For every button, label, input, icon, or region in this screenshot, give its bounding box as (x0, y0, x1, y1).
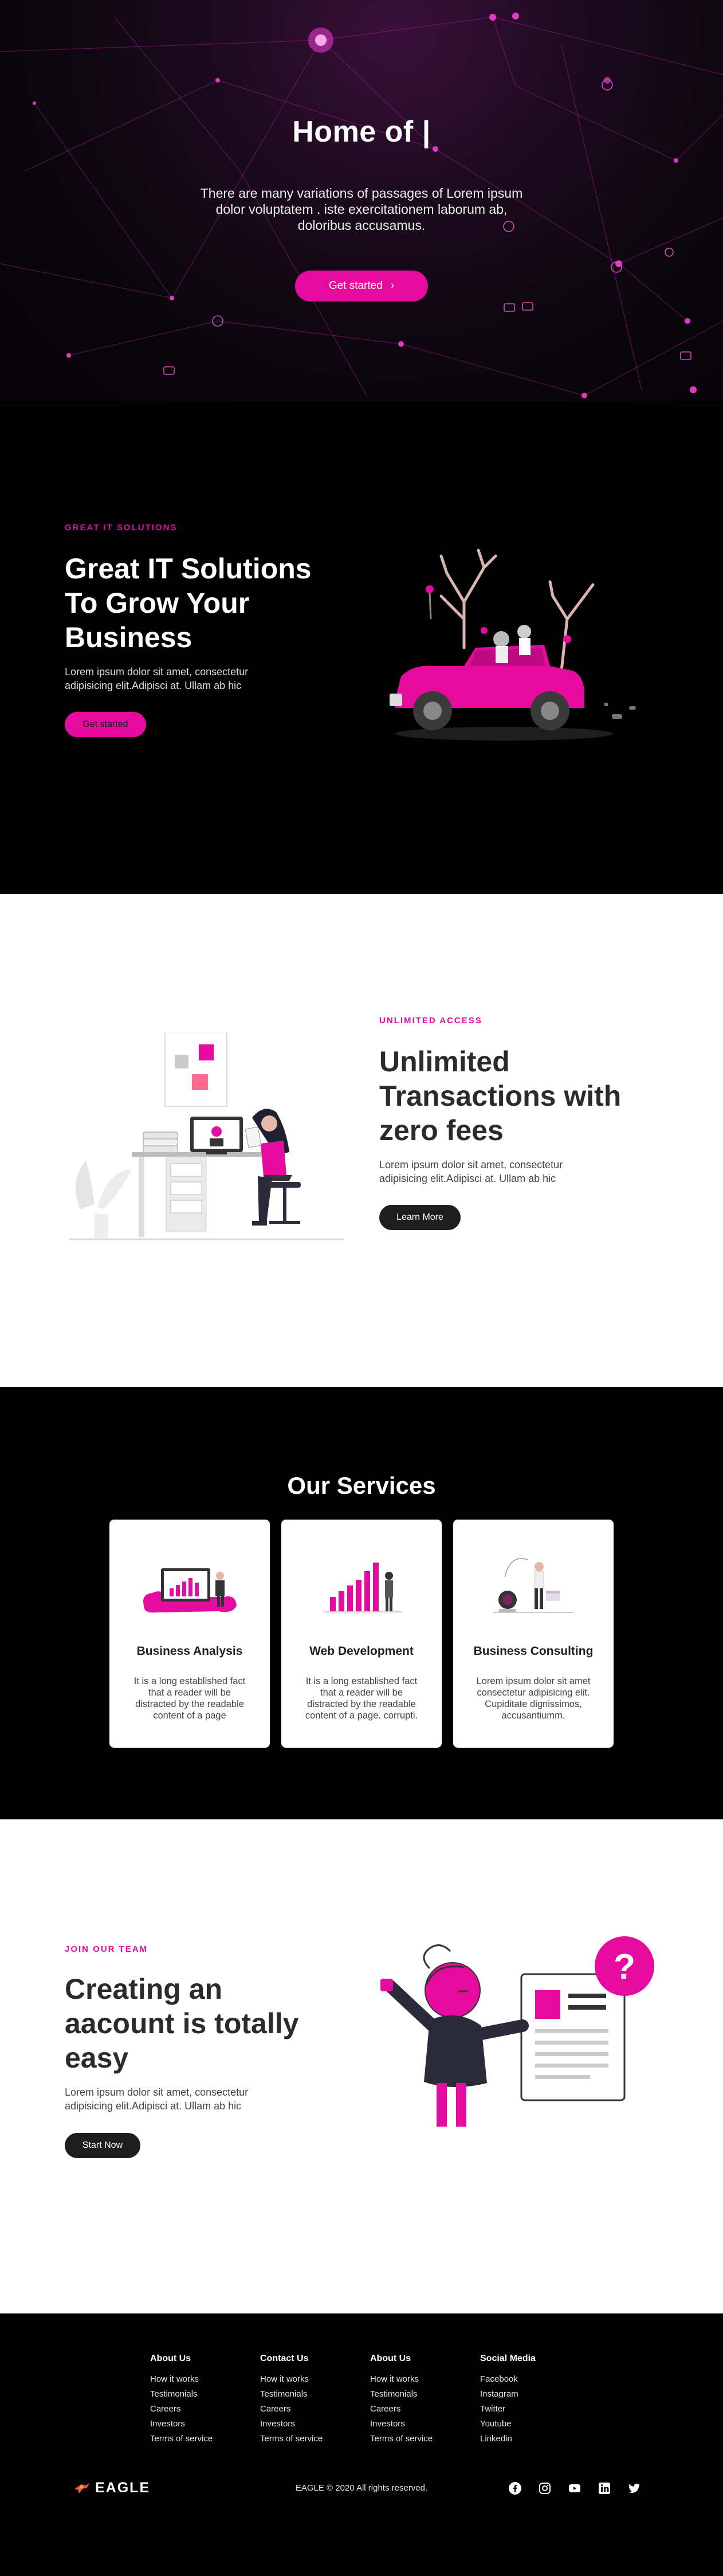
footer-column: Social Media Facebook Instagram Twitter … (480, 2354, 536, 2446)
service-card-text: Lorem ipsum dolor sit amet consectetur a… (476, 1676, 591, 1721)
footer-heading: Contact Us (260, 2354, 309, 2363)
team-title-line: Creating an (65, 1973, 223, 2005)
service-card-text: It is a long established fact that a rea… (305, 1676, 418, 1721)
jeep-illustration (390, 549, 636, 741)
solutions-get-started-button[interactable]: Get started (65, 712, 146, 737)
chevron-right-icon: › (390, 280, 395, 292)
twitter-icon[interactable] (627, 2481, 642, 2496)
footer-link[interactable]: Investors (150, 2417, 213, 2432)
footer: About Us How it works Testimonials Caree… (0, 2313, 723, 2539)
footer-link[interactable]: Investors (370, 2417, 433, 2432)
access-title-line: Transactions with (379, 1080, 622, 1112)
business-analysis-icon (143, 1568, 237, 1613)
footer-link[interactable]: Terms of service (370, 2432, 433, 2446)
footer-link[interactable]: Testimonials (260, 2387, 323, 2402)
footer-link[interactable]: Careers (370, 2402, 433, 2417)
footer-link[interactable]: Careers (150, 2402, 213, 2417)
facebook-icon[interactable] (508, 2481, 522, 2496)
service-card-title: Web Development (309, 1645, 414, 1658)
start-now-label: Start Now (82, 2140, 123, 2150)
service-card-text: It is a long established fact that a rea… (133, 1676, 246, 1721)
service-card[interactable]: Business Consulting Lorem ipsum dolor si… (453, 1520, 614, 1748)
access-eyebrow: UNLIMITED ACCESS (379, 1016, 482, 1025)
service-card-title: Business Analysis (136, 1645, 243, 1658)
linkedin-icon[interactable] (597, 2481, 612, 2496)
solutions-title: Great IT Solutions To Grow Your Business (65, 551, 312, 655)
footer-link[interactable]: Youtube (480, 2417, 536, 2432)
footer-link[interactable]: Twitter (480, 2402, 536, 2417)
services-title: Our Services (287, 1472, 436, 1499)
question-mark-icon: ? (614, 1947, 635, 1987)
footer-link[interactable]: Terms of service (150, 2432, 213, 2446)
start-now-button[interactable]: Start Now (65, 2133, 140, 2158)
services-section: Our Services Business Analysis It is a l… (0, 1387, 723, 1819)
footer-link[interactable]: Instagram (480, 2387, 536, 2402)
footer-link[interactable]: Testimonials (150, 2387, 213, 2402)
access-title-line: zero fees (379, 1114, 504, 1146)
hero-title: Home of | (292, 115, 431, 148)
footer-column: Contact Us How it works Testimonials Car… (260, 2354, 323, 2446)
solutions-button-label: Get started (82, 719, 128, 729)
desk-illustration (69, 1032, 344, 1240)
footer-link[interactable]: How it works (370, 2372, 433, 2387)
solutions-section: GREAT IT SOLUTIONS Great IT Solutions To… (0, 401, 723, 894)
team-body: Lorem ipsum dolor sit amet, consectetur … (65, 2086, 249, 2112)
footer-link[interactable]: Facebook (480, 2372, 536, 2387)
social-links (508, 2481, 642, 2496)
solutions-eyebrow: GREAT IT SOLUTIONS (65, 523, 178, 533)
footer-heading: About Us (370, 2354, 411, 2363)
web-development-icon (324, 1563, 402, 1612)
footer-link[interactable]: Testimonials (370, 2387, 433, 2402)
instagram-icon[interactable] (537, 2481, 552, 2496)
footer-link[interactable]: Linkedin (480, 2432, 536, 2446)
hero-content: Home of | There are many variations of p… (0, 0, 723, 401)
access-section: UNLIMITED ACCESS Unlimited Transactions … (0, 894, 723, 1387)
learn-more-button[interactable]: Learn More (379, 1205, 461, 1230)
footer-column: About Us How it works Testimonials Caree… (150, 2354, 213, 2446)
team-title-line: aacount is totally (65, 2007, 299, 2039)
get-started-label: Get started (328, 280, 383, 292)
solutions-title-line: Business (65, 621, 192, 653)
solutions-title-line: Great IT Solutions (65, 553, 312, 585)
footer-link[interactable]: Careers (260, 2402, 323, 2417)
access-title-line: Unlimited (379, 1046, 510, 1078)
team-illustration: ? (380, 1936, 654, 2127)
hero-description: There are many variations of passages of… (200, 186, 523, 233)
access-title: Unlimited Transactions with zero fees (379, 1044, 621, 1148)
solutions-title-line: To Grow Your (65, 587, 250, 619)
footer-link[interactable]: How it works (260, 2372, 323, 2387)
footer-link[interactable]: How it works (150, 2372, 213, 2387)
service-card-title: Business Consulting (473, 1645, 594, 1658)
service-card[interactable]: Web Development It is a long established… (281, 1520, 442, 1748)
hero-section: Home of | There are many variations of p… (0, 0, 723, 401)
youtube-icon[interactable] (567, 2481, 582, 2496)
solutions-body: Lorem ipsum dolor sit amet, consectetur … (65, 666, 249, 691)
access-body: Lorem ipsum dolor sit amet, consectetur … (379, 1159, 563, 1184)
team-eyebrow: JOIN OUR TEAM (65, 1944, 148, 1954)
footer-column: About Us How it works Testimonials Caree… (370, 2354, 433, 2446)
footer-link[interactable]: Investors (260, 2417, 323, 2432)
team-section: JOIN OUR TEAM Creating an aacount is tot… (0, 1819, 723, 2313)
service-card[interactable]: Business Analysis It is a long establish… (109, 1520, 270, 1748)
team-title-line: easy (65, 2042, 129, 2074)
get-started-button[interactable]: Get started › (295, 271, 428, 302)
footer-heading: About Us (150, 2354, 191, 2363)
team-title: Creating an aacount is totally easy (65, 1972, 298, 2075)
business-consulting-icon (493, 1558, 573, 1613)
footer-link[interactable]: Terms of service (260, 2432, 323, 2446)
learn-more-label: Learn More (396, 1212, 443, 1222)
footer-heading: Social Media (480, 2354, 536, 2363)
